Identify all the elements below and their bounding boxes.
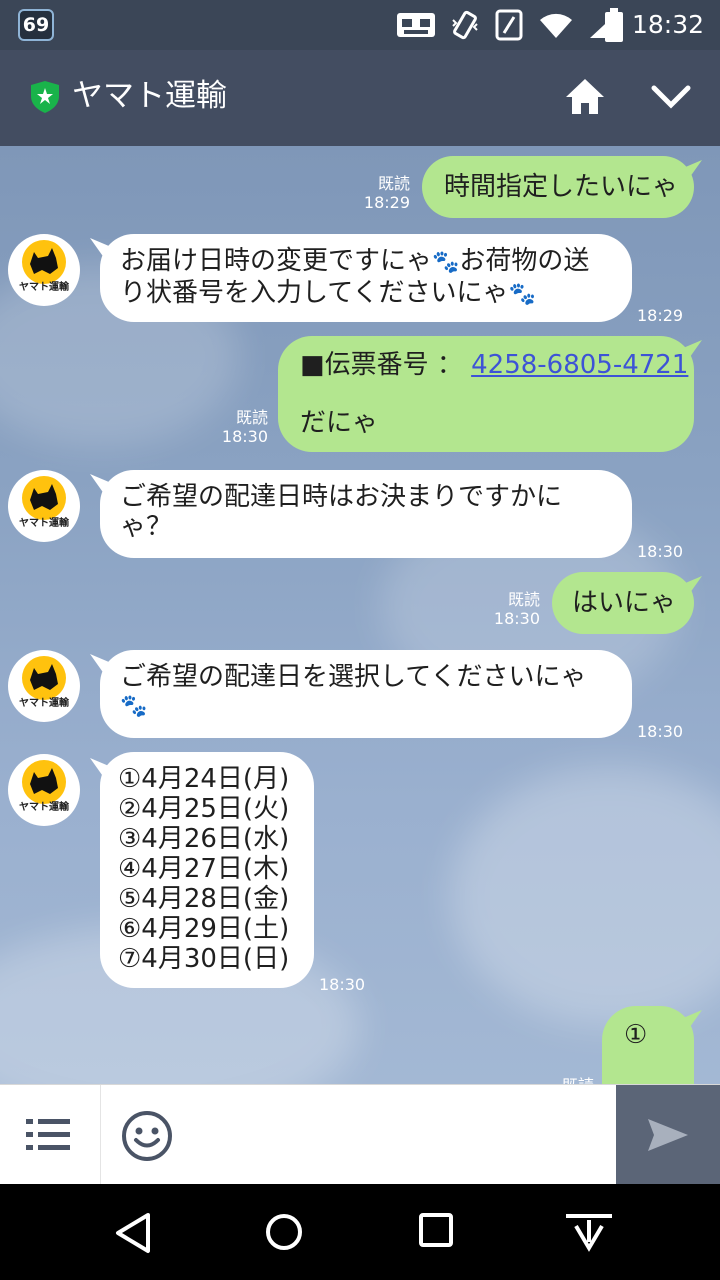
home-nav-icon[interactable] — [264, 1212, 304, 1252]
recents-icon[interactable] — [418, 1212, 454, 1248]
avatar[interactable]: ヤマト運輸 — [8, 234, 80, 306]
message-time: 18:30 — [319, 975, 366, 994]
received-message-bubble[interactable]: お届け日時の変更ですにゃ🐾お荷物の送 り状番号を入力してくださいにゃ🐾 — [100, 234, 632, 322]
paw-icon: 🐾 — [508, 282, 536, 307]
yamato-logo-icon — [22, 476, 66, 520]
home-icon[interactable] — [564, 76, 606, 116]
nfc-icon — [495, 9, 523, 41]
chat-area[interactable]: 既読 18:29 時間指定したいにゃ ヤマト運輸 お届け日時の変更ですにゃ🐾お荷物… — [0, 146, 720, 1084]
paw-icon: 🐾 — [120, 694, 148, 719]
sent-message-bubble[interactable]: 時間指定したいにゃ — [422, 156, 694, 218]
yamato-logo-icon — [22, 760, 66, 804]
message-text: お届け日時の変更ですにゃ — [120, 246, 433, 276]
read-receipt: 既読 — [550, 1076, 594, 1084]
send-button[interactable] — [616, 1085, 720, 1185]
avatar[interactable]: ヤマト運輸 — [8, 754, 80, 826]
date-option: ③4月26日(水) — [118, 824, 290, 854]
date-option: ⑦4月30日(日) — [118, 944, 290, 974]
yamato-logo-icon — [22, 240, 66, 284]
status-bar: 69 18:32 — [0, 0, 720, 50]
date-option: ⑥4月29日(土) — [118, 914, 290, 944]
date-option: ⑤4月28日(金) — [118, 884, 290, 914]
sent-message-bubble[interactable]: ■伝票番号 ： 4258-6805-4721 だにゃ — [278, 336, 694, 452]
chevron-down-icon[interactable] — [650, 80, 692, 114]
voicemail-icon — [397, 13, 435, 37]
wifi-icon — [540, 13, 572, 38]
sent-message-bubble[interactable]: はいにゃ — [552, 572, 694, 634]
vibrate-icon — [452, 10, 478, 40]
received-message-bubble[interactable]: ご希望の配達日時はお決まりですかに ゃ？ — [100, 470, 632, 558]
tracking-number-link[interactable]: 4258-6805-4721 — [471, 350, 688, 380]
message-input[interactable] — [190, 1105, 600, 1165]
emoji-icon[interactable] — [120, 1109, 174, 1163]
keyboard-hide-icon[interactable] — [564, 1212, 614, 1254]
read-receipt: 既読 18:30 — [493, 590, 540, 628]
avatar[interactable]: ヤマト運輸 — [8, 650, 80, 722]
date-option: ②4月25日(火) — [118, 794, 290, 824]
date-option: ①4月24日(月) — [118, 764, 290, 794]
received-message-bubble[interactable]: ご希望の配達日を選択してくださいにゃ 🐾 — [100, 650, 632, 738]
yamato-logo-icon — [22, 656, 66, 700]
message-time: 18:30 — [637, 542, 684, 561]
menu-icon[interactable] — [24, 1115, 72, 1155]
chat-header: ヤマト運輸 — [0, 50, 720, 146]
avatar[interactable]: ヤマト運輸 — [8, 470, 80, 542]
message-text: 時間指定したいにゃ — [444, 172, 679, 202]
message-time: 18:30 — [637, 722, 684, 741]
message-time: 18:29 — [637, 306, 684, 325]
send-icon — [648, 1119, 688, 1151]
paw-icon: 🐾 — [432, 250, 460, 275]
notification-badge: 69 — [18, 9, 54, 41]
battery-icon — [605, 8, 623, 42]
back-icon[interactable] — [114, 1212, 152, 1254]
chat-title: ヤマト運輸 — [72, 78, 227, 114]
verified-shield-icon — [31, 81, 59, 113]
date-option: ④4月27日(木) — [118, 854, 290, 884]
sent-message-bubble[interactable]: ① — [602, 1006, 694, 1084]
read-receipt: 既読 18:30 — [221, 408, 268, 446]
date-options-bubble[interactable]: ①4月24日(月) ②4月25日(火) ③4月26日(水) ④4月27日(木) … — [100, 752, 314, 988]
system-navigation-bar — [0, 1184, 720, 1280]
read-receipt: 既読 18:29 — [363, 174, 410, 212]
clock: 18:32 — [631, 10, 704, 39]
message-input-bar — [0, 1084, 720, 1185]
